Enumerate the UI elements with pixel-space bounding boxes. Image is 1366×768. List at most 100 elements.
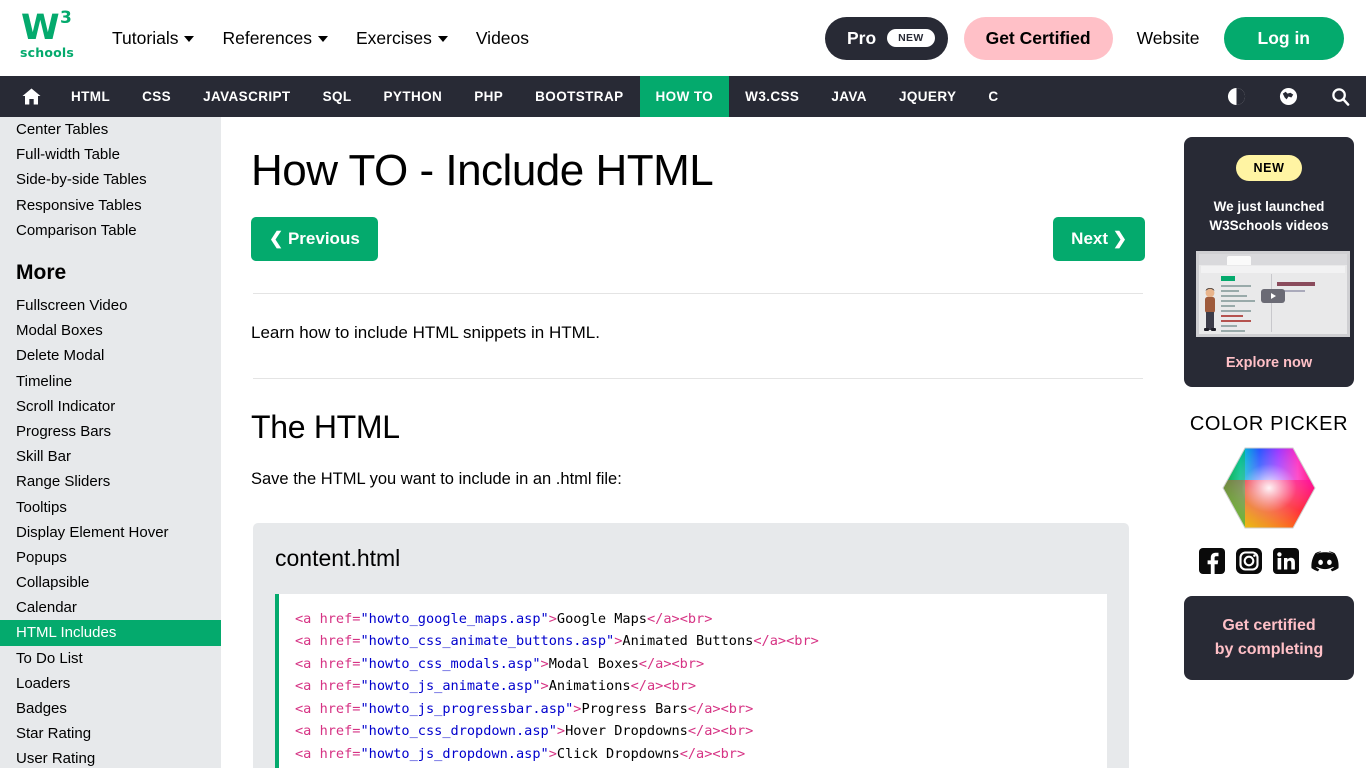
certification-card[interactable]: Get certified by completing	[1184, 596, 1354, 680]
chevron-down-icon	[317, 36, 328, 42]
right-sidebar: NEW We just launched W3Schools videos Ex…	[1172, 117, 1366, 768]
sidebar-item-side-by-side-tables[interactable]: Side-by-side Tables	[0, 167, 221, 192]
sidebar-item-delete-modal[interactable]: Delete Modal	[0, 343, 221, 368]
thumb-browser-bar	[1199, 254, 1347, 265]
sidebar-item-badges[interactable]: Badges	[0, 696, 221, 721]
login-button[interactable]: Log in	[1223, 16, 1344, 60]
navbar-item-how-to[interactable]: HOW TO	[639, 76, 730, 117]
instagram-icon[interactable]	[1235, 548, 1262, 574]
navbar-item-python[interactable]: PYTHON	[368, 76, 459, 117]
sidebar-item-star-rating[interactable]: Star Rating	[0, 721, 221, 746]
nav-videos-label: Videos	[475, 27, 530, 48]
promo-line-2: W3Schools videos	[1209, 218, 1329, 233]
sidebar-item-scroll-indicator[interactable]: Scroll Indicator	[0, 394, 221, 419]
sidebar-item-loaders[interactable]: Loaders	[0, 671, 221, 696]
divider	[253, 377, 1143, 379]
pro-new-badge: NEW	[887, 29, 935, 47]
nav-exercises-label: Exercises	[355, 27, 432, 48]
pager-controls: ❮ Previous Next ❯	[251, 217, 1145, 262]
sidebar-item-display-element-hover[interactable]: Display Element Hover	[0, 520, 221, 545]
primary-nav: Tutorials References Exercises Videos	[98, 18, 543, 59]
thumb-preview-heading	[1277, 282, 1315, 286]
navbar-item-css[interactable]: CSS	[126, 76, 187, 117]
nav-exercises[interactable]: Exercises	[342, 18, 462, 59]
section-paragraph: Save the HTML you want to include in an …	[251, 469, 622, 488]
nav-tutorials[interactable]: Tutorials	[98, 18, 208, 59]
page-intro-text: Learn how to include HTML snippets in HT…	[251, 323, 600, 343]
chevron-down-icon	[184, 36, 195, 42]
home-icon[interactable]	[8, 76, 55, 117]
nav-tutorials-label: Tutorials	[112, 27, 179, 48]
navbar-item-c[interactable]: C	[972, 76, 1014, 117]
thumb-url-bar	[1201, 266, 1345, 273]
video-promo-card[interactable]: NEW We just launched W3Schools videos Ex…	[1184, 137, 1354, 387]
search-icon[interactable]	[1314, 76, 1366, 117]
status-badge: NEW	[1235, 155, 1303, 181]
sidebar-item-progress-bars[interactable]: Progress Bars	[0, 419, 221, 444]
sidebar-item-timeline[interactable]: Timeline	[0, 369, 221, 394]
logo-w: W	[21, 8, 60, 48]
page-title: How TO - Include HTML	[251, 146, 714, 195]
linkedin-icon[interactable]	[1272, 548, 1299, 574]
chevron-down-icon	[437, 36, 448, 42]
nav-references[interactable]: References	[208, 18, 342, 59]
social-links	[1184, 548, 1354, 574]
nav-videos[interactable]: Videos	[462, 18, 543, 59]
facebook-icon[interactable]	[1198, 548, 1225, 574]
navbar-item-html[interactable]: HTML	[55, 76, 126, 117]
thumb-split-divider	[1271, 274, 1272, 332]
sidebar-item-responsive-tables[interactable]: Responsive Tables	[0, 193, 221, 218]
promo-line-1: We just launched	[1213, 199, 1325, 214]
dark-mode-icon[interactable]	[1210, 76, 1262, 117]
get-certified-button[interactable]: Get Certified	[963, 16, 1113, 60]
color-picker-widget[interactable]	[1184, 446, 1354, 530]
w3schools-logo[interactable]: W 3 schools	[18, 8, 80, 65]
navbar-item-javascript[interactable]: JAVASCRIPT	[187, 76, 307, 117]
code-example-card: content.html <a href="howto_google_maps.…	[253, 522, 1129, 768]
sidebar-heading-more: More	[16, 260, 67, 284]
sidebar-item-modal-boxes[interactable]: Modal Boxes	[0, 318, 221, 343]
sidebar-item-calendar[interactable]: Calendar	[0, 595, 221, 620]
thumb-browser-tab	[1227, 256, 1251, 265]
navbar-item-jquery[interactable]: JQUERY	[883, 76, 972, 117]
code-block[interactable]: <a href="howto_google_maps.asp">Google M…	[275, 593, 1107, 768]
section-heading: The HTML	[251, 408, 400, 445]
globe-icon[interactable]	[1262, 76, 1314, 117]
sidebar-item-user-rating[interactable]: User Rating	[0, 746, 221, 768]
topic-navbar: HTML CSS JAVASCRIPT SQL PYTHON PHP BOOTS…	[0, 76, 1366, 117]
sidebar-item-html-includes[interactable]: HTML Includes	[0, 620, 221, 646]
nav-references-label: References	[222, 27, 312, 48]
navbar-item-w3css[interactable]: W3.CSS	[729, 76, 815, 117]
navbar-item-java[interactable]: JAVA	[815, 76, 883, 117]
sidebar-item-to-do-list[interactable]: To Do List	[0, 646, 221, 671]
sidebar-item-fullscreen-video[interactable]: Fullscreen Video	[0, 293, 221, 318]
sidebar-list: Center Tables Full-width Table Side-by-s…	[0, 117, 221, 768]
color-wheel-icon[interactable]	[1221, 446, 1317, 530]
explore-now-link[interactable]: Explore now	[1196, 355, 1342, 371]
sidebar-item-full-width-table[interactable]: Full-width Table	[0, 142, 221, 167]
sidebar-item-tooltips[interactable]: Tooltips	[0, 494, 221, 519]
previous-button[interactable]: ❮ Previous	[251, 217, 378, 262]
sidebar-item-collapsible[interactable]: Collapsible	[0, 570, 221, 595]
discord-icon[interactable]	[1310, 548, 1340, 574]
header-actions: Pro NEW Get Certified Website Log in	[824, 16, 1344, 60]
site-header: W 3 schools Tutorials References Exercis…	[0, 0, 1366, 76]
next-button[interactable]: Next ❯	[1053, 217, 1145, 262]
promo-text: We just launched W3Schools videos	[1196, 197, 1342, 235]
video-thumbnail[interactable]	[1196, 251, 1350, 337]
play-icon[interactable]	[1261, 288, 1285, 303]
code-content: <a href="howto_google_maps.asp">Google M…	[295, 610, 819, 762]
sidebar-item-comparison-table[interactable]: Comparison Table	[0, 218, 221, 243]
sidebar-item-skill-bar[interactable]: Skill Bar	[0, 444, 221, 469]
color-picker-title: COLOR PICKER	[1189, 413, 1349, 435]
navbar-icons	[1210, 76, 1366, 117]
navbar-item-sql[interactable]: SQL	[307, 76, 368, 117]
sidebar-item-range-sliders[interactable]: Range Sliders	[0, 469, 221, 494]
pro-button[interactable]: Pro NEW	[824, 16, 948, 60]
sidebar-item-center-tables[interactable]: Center Tables	[0, 117, 221, 142]
sidebar-item-popups[interactable]: Popups	[0, 545, 221, 570]
navbar-item-php[interactable]: PHP	[458, 76, 519, 117]
navbar-item-bootstrap[interactable]: BOOTSTRAP	[519, 76, 639, 117]
main-content: How TO - Include HTML ❮ Previous Next ❯ …	[221, 117, 1172, 768]
website-link[interactable]: Website	[1129, 28, 1208, 49]
